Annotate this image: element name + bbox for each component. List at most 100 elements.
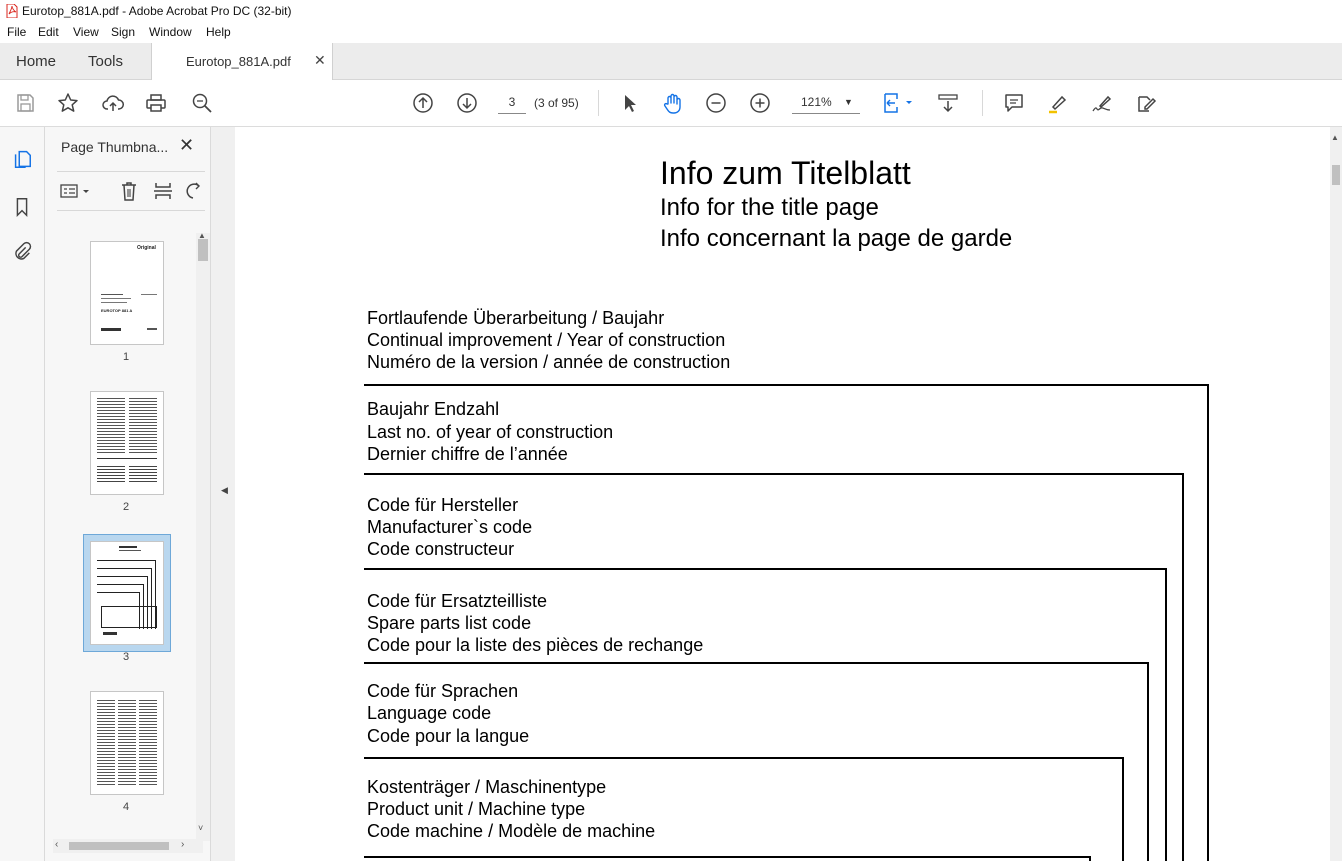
menu-edit[interactable]: Edit — [38, 25, 59, 39]
section-3-en: Spare parts list code — [367, 613, 532, 633]
tab-home[interactable]: Home — [16, 53, 56, 70]
bracket-line-3-vertical — [1147, 662, 1149, 861]
panel-splitter[interactable]: ◀ — [211, 127, 235, 861]
section-0-en: Continual improvement / Year of construc… — [367, 330, 726, 350]
section-1-de: Baujahr Endzahl — [367, 399, 500, 419]
star-icon[interactable] — [55, 90, 81, 116]
thumbnail-label-3: 3 — [122, 651, 130, 663]
next-page-icon[interactable] — [454, 90, 480, 116]
menu-help[interactable]: Help — [206, 25, 231, 39]
scroll-right-icon[interactable]: › — [181, 839, 184, 850]
insert-pages-icon[interactable] — [151, 180, 175, 202]
page-thumbnail-4[interactable] — [90, 691, 164, 795]
section-5-de: Kostenträger / Maschinentype — [367, 777, 607, 797]
page-thumbnail-2[interactable] — [90, 391, 164, 495]
trash-icon[interactable] — [117, 180, 141, 202]
scroll-left-icon[interactable]: ‹ — [55, 839, 58, 850]
document-scrollbar[interactable]: ▲ — [1330, 127, 1342, 861]
scroll-up-icon[interactable]: ▲ — [198, 231, 206, 240]
bracket-line-2-vertical — [1165, 568, 1167, 861]
thumbnail-options-icon[interactable] — [59, 180, 93, 202]
edit-pdf-icon[interactable] — [1133, 90, 1159, 116]
scroll-mode-icon[interactable] — [935, 90, 961, 116]
comment-icon[interactable] — [1001, 90, 1027, 116]
section-0-de: Fortlaufende Überarbeitung / Baujahr — [367, 308, 665, 328]
scrollbar-thumb[interactable] — [69, 842, 169, 850]
tab-bar: Home Tools Eurotop_881A.pdf ✕ — [0, 43, 1342, 80]
thumbnail-label-2: 2 — [122, 501, 130, 513]
panel-title: Page Thumbna... — [61, 139, 169, 155]
bracket-line-0 — [364, 384, 1209, 386]
scrollbar-thumb[interactable] — [1332, 165, 1340, 185]
thumbnail-toolbar — [57, 171, 205, 211]
thumbnail-horizontal-scrollbar[interactable]: ‹ › — [53, 839, 203, 853]
scroll-down-icon[interactable]: ˅ — [198, 823, 203, 833]
section-2-en: Manufacturer`s code — [367, 517, 533, 537]
page-number-input[interactable]: 3 — [498, 91, 526, 114]
pdf-file-icon — [6, 4, 18, 18]
menu-file[interactable]: File — [7, 25, 26, 39]
page-thumbnail-3[interactable] — [90, 541, 164, 645]
zoom-out-icon[interactable] — [703, 90, 729, 116]
page-fit-icon[interactable] — [880, 90, 916, 116]
close-tab-icon[interactable]: ✕ — [314, 52, 326, 69]
doc-title-en: Info for the title page — [660, 194, 879, 221]
bookmark-icon[interactable] — [10, 195, 34, 219]
bracket-line-0-vertical — [1207, 384, 1209, 861]
thumbnail-model-text: EUROTOP 881 A — [101, 308, 133, 313]
section-5-fr: Code machine / Modèle de machine — [367, 821, 656, 841]
tab-tools[interactable]: Tools — [88, 53, 123, 70]
scroll-up-icon[interactable]: ▲ — [1331, 133, 1339, 142]
thumbnail-label-1: 1 — [122, 351, 130, 363]
doc-title-fr: Info concernant la page de garde — [660, 225, 1013, 252]
menu-bar: File Edit View Sign Window Help — [0, 22, 1342, 43]
toolbar-divider — [598, 90, 599, 116]
section-2-fr: Code constructeur — [367, 539, 515, 559]
attachment-icon[interactable] — [10, 240, 34, 264]
highlight-pen-icon[interactable] — [1045, 90, 1071, 116]
section-4-fr: Code pour la langue — [367, 726, 530, 746]
thumbnail-scrollbar[interactable]: ▲ ˅ — [196, 231, 210, 841]
close-panel-icon[interactable]: ✕ — [179, 135, 194, 156]
print-icon[interactable] — [143, 90, 169, 116]
chevron-down-icon: ▼ — [844, 97, 853, 107]
window-title: Eurotop_881A.pdf - Adobe Acrobat Pro DC … — [22, 4, 292, 18]
zoom-search-icon[interactable] — [189, 90, 215, 116]
menu-sign[interactable]: Sign — [111, 25, 135, 39]
select-pointer-icon[interactable] — [616, 90, 642, 116]
section-2-de: Code für Hersteller — [367, 495, 519, 515]
document-view[interactable]: Info zum Titelblatt Info for the title p… — [235, 127, 1330, 861]
thumbnail-brand-text: Original — [137, 245, 156, 251]
page-thumbnail-1[interactable]: Original EUROTOP 881 A — [90, 241, 164, 345]
menu-view[interactable]: View — [73, 25, 99, 39]
zoom-level-select[interactable]: 121% ▼ — [792, 91, 860, 114]
menu-window[interactable]: Window — [149, 25, 192, 39]
section-4-en: Language code — [367, 703, 492, 723]
save-icon[interactable] — [12, 90, 38, 116]
draw-sign-icon[interactable] — [1089, 90, 1115, 116]
tab-document[interactable]: Eurotop_881A.pdf ✕ — [151, 43, 333, 80]
section-3-de: Code für Ersatzteilliste — [367, 591, 548, 611]
page-thumbnails-icon[interactable] — [10, 147, 34, 171]
previous-page-icon[interactable] — [410, 90, 436, 116]
title-bar: Eurotop_881A.pdf - Adobe Acrobat Pro DC … — [0, 0, 1342, 22]
bracket-line-1-vertical — [1182, 473, 1184, 861]
collapse-panel-icon[interactable]: ◀ — [221, 485, 228, 496]
rotate-icon[interactable] — [183, 180, 203, 202]
toolbar: 3 (3 of 95) 121% ▼ — [0, 80, 1342, 127]
section-3-fr: Code pour la liste des pièces de rechang… — [367, 635, 704, 655]
scrollbar-thumb[interactable] — [198, 239, 208, 261]
section-1-fr: Dernier chiffre de l’année — [367, 444, 568, 464]
zoom-level-value: 121% — [801, 95, 832, 109]
bracket-line-2 — [364, 568, 1167, 570]
hand-tool-icon[interactable] — [660, 90, 686, 116]
zoom-in-icon[interactable] — [747, 90, 773, 116]
bracket-line-5 — [364, 856, 1091, 858]
thumbnails-panel: Page Thumbna... ✕ Original EUROTOP 881 A… — [45, 127, 211, 861]
cloud-upload-icon[interactable] — [100, 90, 126, 116]
section-4-de: Code für Sprachen — [367, 681, 519, 701]
section-5-en: Product unit / Machine type — [367, 799, 586, 819]
thumbnail-label-4: 4 — [122, 801, 130, 813]
tab-document-label: Eurotop_881A.pdf — [186, 54, 291, 69]
bracket-line-4 — [364, 757, 1124, 759]
